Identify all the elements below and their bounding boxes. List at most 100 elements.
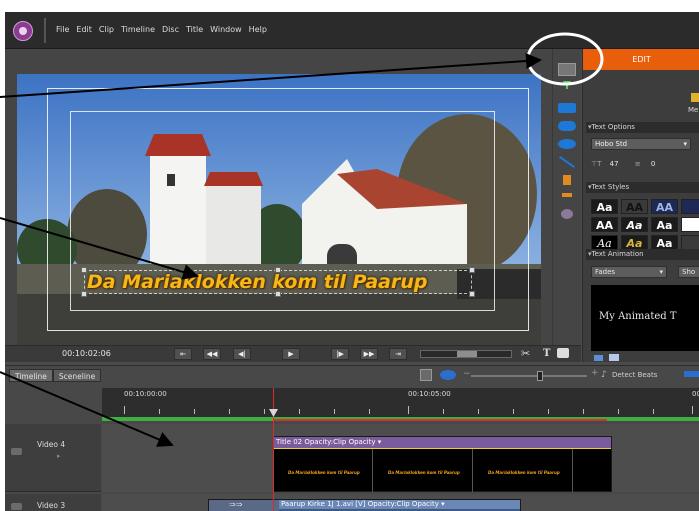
shuttle-slider[interactable] (420, 350, 512, 358)
zoom-out-icon[interactable]: − (463, 369, 471, 379)
text-style-swatch[interactable]: Aa (651, 217, 678, 232)
menu-help[interactable]: Help (249, 25, 267, 34)
selection-tool-icon[interactable] (558, 63, 576, 76)
text-tool-icon[interactable] (609, 354, 619, 361)
marker-icon[interactable] (684, 371, 699, 377)
ruler-tick (194, 409, 195, 414)
ruler-mid-label: 00:10:05:00 (408, 390, 451, 398)
text-style-swatch[interactable]: AA (591, 217, 618, 232)
leading-icon: ≡ (634, 160, 641, 168)
ruler-tick (478, 409, 479, 414)
scissors-icon[interactable]: ✂ (521, 347, 530, 360)
playhead[interactable] (273, 388, 274, 511)
video-clip[interactable]: ⇒⇒ Paarup Kirke 1J 1.avi [V] Opacity:Cli… (208, 499, 521, 511)
ruler-tick (653, 409, 654, 414)
expand-arrow-icon[interactable]: ▸ (57, 452, 61, 460)
edit-tab[interactable]: EDIT (583, 49, 699, 70)
line-tool-icon[interactable] (559, 156, 575, 168)
ruler-tick (618, 409, 619, 414)
animation-preview-text: My Animated T (599, 311, 677, 322)
ellipse-tool-icon[interactable] (558, 139, 576, 149)
track-header-video-3[interactable]: Video 3 (5, 494, 101, 511)
text-style-swatch[interactable] (681, 199, 699, 214)
rounded-rectangle-tool-icon[interactable] (558, 121, 576, 131)
edit-panel: EDIT Me Text Options Hobo Std ⊤T 47 ≡ 0 … (582, 49, 699, 362)
track-visibility-icon[interactable] (11, 448, 22, 455)
track-header-video-4[interactable]: Video 4 ▸ (5, 424, 101, 492)
title-thumbnail-text: Da Mariaklokken kom til Paarup (288, 470, 360, 475)
video-preview[interactable]: Da Mariaklokken kom til Paarup (17, 74, 541, 345)
text-animation-header[interactable]: Text Animation (586, 249, 699, 260)
fast-forward-button[interactable]: ▶▶ (360, 348, 378, 360)
animation-dropdown[interactable]: Fades (591, 266, 667, 278)
zoom-slider-thumb[interactable] (537, 371, 543, 381)
tab-sceneline[interactable]: Sceneline (52, 369, 102, 382)
menu-clip[interactable]: Clip (99, 25, 114, 34)
detect-beats-button[interactable]: Detect Beats (612, 371, 657, 379)
font-size-value[interactable]: 47 (610, 160, 619, 168)
text-size-row: ⊤T 47 ≡ 0 (591, 160, 655, 168)
text-style-swatch[interactable]: Aa (651, 235, 678, 250)
text-style-swatch[interactable]: Aa (621, 217, 648, 232)
text-style-swatch[interactable]: Aa (591, 199, 618, 214)
app-logo-icon[interactable] (13, 21, 33, 41)
current-timecode[interactable]: 00:10:02:06 (62, 349, 111, 358)
align-tool-icon[interactable] (563, 175, 571, 185)
thumbnail-divider (372, 449, 373, 492)
music-note-icon: ♪ (601, 370, 607, 380)
zoom-slider[interactable] (471, 371, 587, 381)
step-forward-button[interactable]: |▶ (331, 348, 349, 360)
leading-value[interactable]: 0 (651, 160, 655, 168)
show-button[interactable]: Sho (678, 266, 699, 278)
menu-file[interactable]: File (56, 25, 69, 34)
video-clip-label[interactable]: Paarup Kirke 1J 1.avi [V] Opacity:Clip O… (279, 500, 520, 509)
selection-tool-icon[interactable] (420, 369, 432, 381)
menu-disc[interactable]: Disc (162, 25, 179, 34)
text-style-swatch[interactable]: AA (621, 199, 648, 214)
text-style-swatch[interactable]: AA (651, 199, 678, 214)
font-dropdown[interactable]: Hobo Std (591, 138, 691, 150)
ruler-tick (513, 409, 514, 414)
play-button[interactable]: ▶ (282, 348, 300, 360)
text-options-header[interactable]: Text Options (586, 122, 699, 133)
ruler-end-label: 00 (692, 390, 699, 398)
menu-edit[interactable]: Edit (76, 25, 92, 34)
ruler-tick (583, 409, 584, 414)
go-to-next-edit-button[interactable]: ⇥ (389, 348, 407, 360)
title-tools: T (552, 49, 581, 362)
go-to-previous-edit-button[interactable]: ⇤ (174, 348, 192, 360)
text-styles-header[interactable]: Text Styles (586, 182, 699, 193)
title-clip[interactable]: Title 02 Opacity:Clip Opacity ▾ Da Maria… (273, 436, 612, 492)
track-visibility-icon[interactable] (11, 503, 22, 510)
text-style-swatch[interactable]: Aa (591, 235, 618, 250)
step-back-button[interactable]: ◀| (233, 348, 251, 360)
ruler-tick (548, 409, 549, 414)
text-style-swatch[interactable]: Aa (621, 235, 648, 250)
camera-icon[interactable] (557, 348, 569, 358)
menu-timeline[interactable]: Timeline (121, 25, 155, 34)
time-stretch-icon[interactable] (440, 370, 456, 380)
distribute-tool-icon[interactable] (562, 193, 572, 197)
text-style-swatch[interactable] (681, 217, 699, 232)
media-icon[interactable] (691, 93, 699, 102)
title-clip-label[interactable]: Title 02 Opacity:Clip Opacity ▾ (274, 437, 611, 448)
monitor-panel: Da Mariaklokken kom til Paarup (5, 49, 552, 362)
apply-icon[interactable] (594, 355, 603, 361)
rewind-button[interactable]: ◀◀ (203, 348, 221, 360)
opacity-line[interactable] (274, 448, 611, 449)
text-style-swatch[interactable] (681, 235, 699, 250)
transition[interactable]: ⇒⇒ (209, 500, 279, 511)
zoom-in-icon[interactable]: + (591, 368, 599, 378)
thumbnail-divider (572, 449, 573, 492)
type-tool-icon[interactable]: T (558, 80, 576, 91)
rectangle-tool-icon[interactable] (558, 103, 576, 113)
menu-window[interactable]: Window (210, 25, 242, 34)
tab-timeline[interactable]: Timeline (9, 369, 53, 382)
time-ruler[interactable]: 00:10:00:00 00:10:05:00 00 (102, 388, 699, 421)
animation-preview: My Animated T (591, 285, 699, 351)
add-title-icon[interactable]: T (543, 348, 550, 359)
track-label: Video 4 (37, 440, 66, 449)
title-text-overlay[interactable]: Da Mariaklokken kom til Paarup (87, 270, 477, 294)
menu-title[interactable]: Title (186, 25, 203, 34)
clip-art-icon[interactable] (561, 209, 573, 219)
